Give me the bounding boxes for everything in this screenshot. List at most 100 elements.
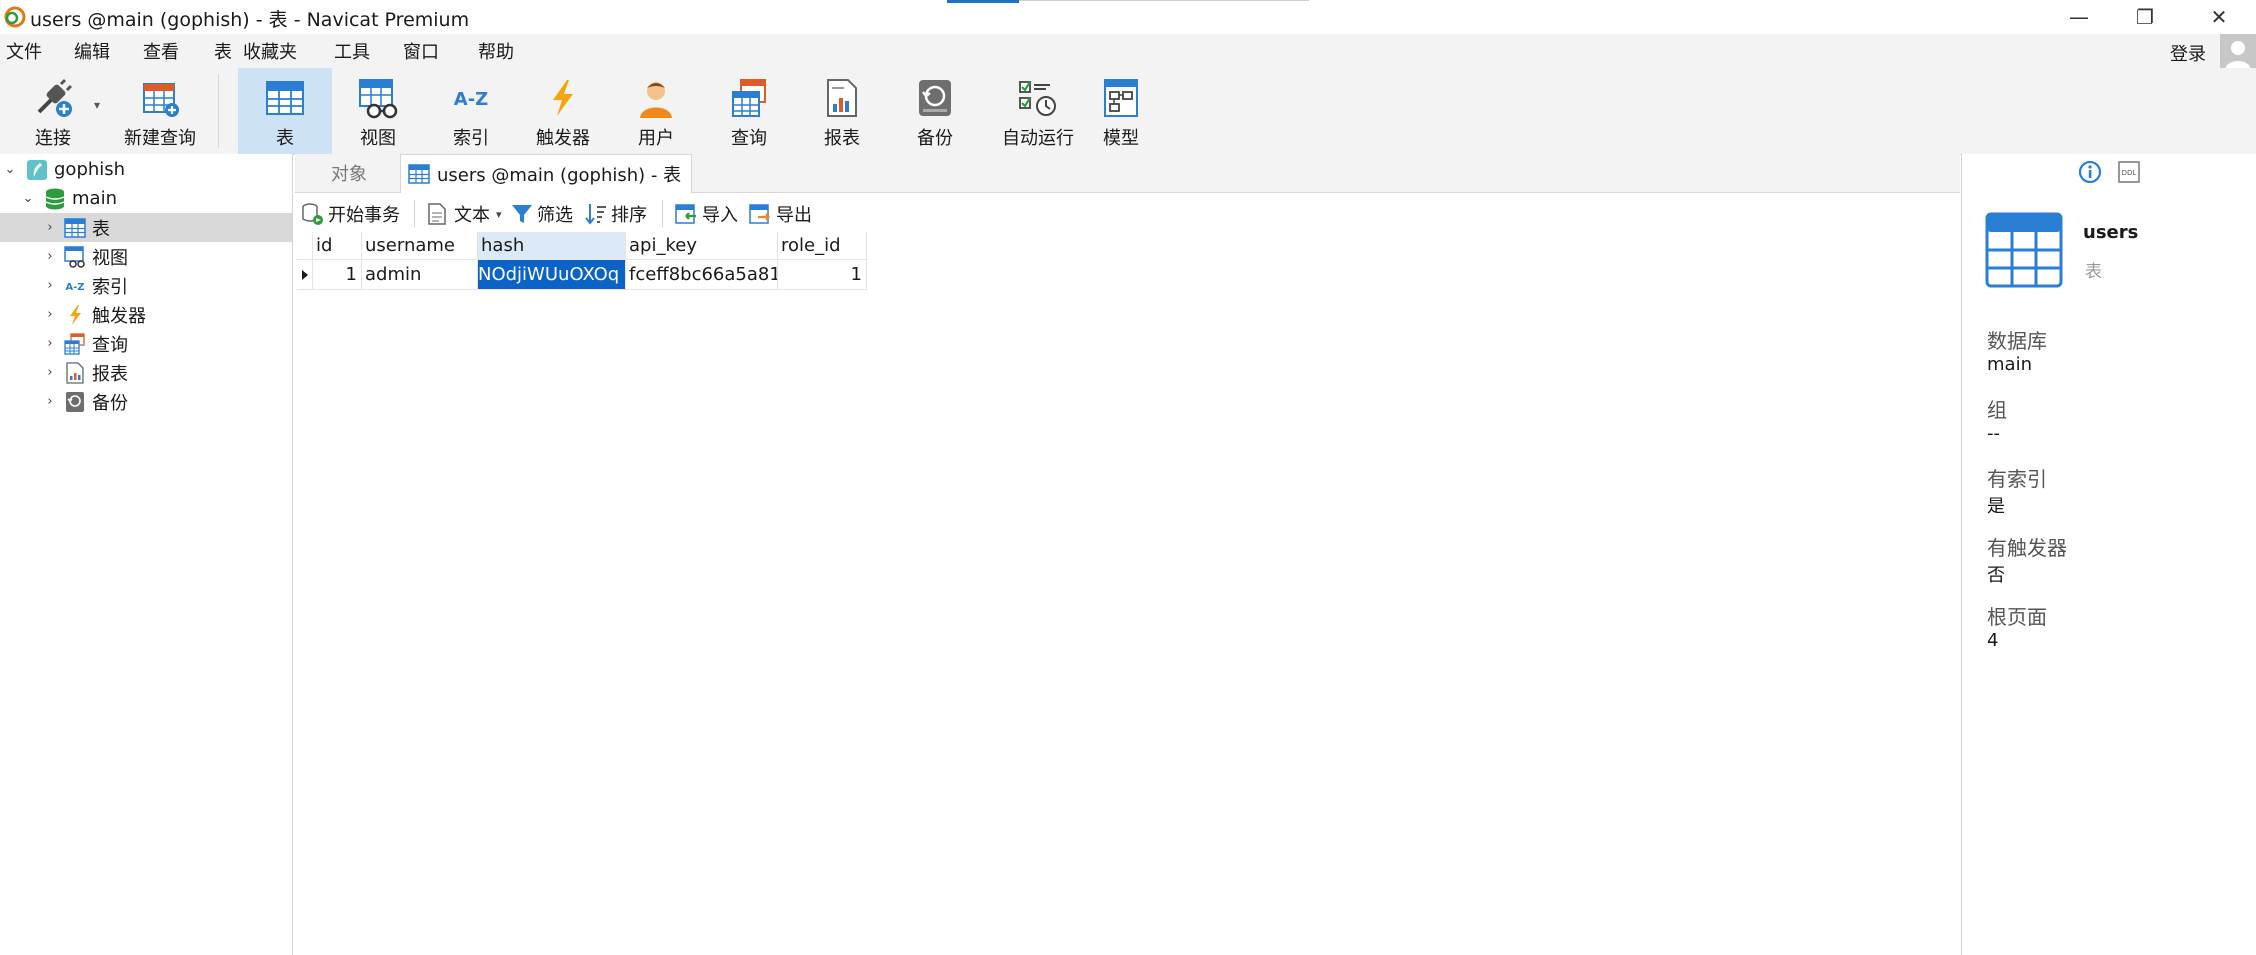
menu-edit[interactable]: 编辑 [74,38,110,64]
connect-dropdown-icon[interactable]: ▾ [94,98,100,112]
menu-tools[interactable]: 工具 [334,38,370,64]
view-icon [354,74,402,122]
tree-node-indexes[interactable]: › A-Z 索引 [0,271,292,300]
info-value-database: main [1987,354,2032,375]
column-header-hash[interactable]: hash [478,232,626,260]
backup-icon [62,390,88,414]
tree-connection-gophish[interactable]: ⌄ gophish [0,155,292,184]
svg-text:A-Z: A-Z [454,89,488,110]
table-large-icon [1985,212,2063,288]
login-link[interactable]: 登录 [2170,40,2206,66]
chevron-right-icon[interactable]: › [42,336,58,351]
tree-node-label: 报表 [92,363,128,385]
restore-button[interactable]: ❐ [2112,0,2178,34]
toolbar-view-button[interactable]: 视图 [334,68,422,154]
chevron-down-icon[interactable]: ⌄ [2,162,18,177]
tree-node-queries[interactable]: › 查询 [0,329,292,358]
chevron-down-icon[interactable]: ▾ [496,208,502,221]
chevron-right-icon[interactable]: › [42,394,58,409]
tree-node-views[interactable]: › 视图 [0,242,292,271]
column-header-api-key[interactable]: api_key [626,232,778,260]
tree-node-label: 查询 [92,334,128,356]
svg-text:DDL: DDL [2122,169,2137,177]
begin-transaction-button[interactable]: 开始事务 [300,198,400,230]
table-cell-api-key[interactable]: fceff8bc66a5a81( [626,260,778,290]
toolbar-table-button[interactable]: 表 [238,68,332,154]
backup-icon [911,74,959,122]
text-view-button[interactable]: 文本 ▾ [426,198,502,230]
import-icon [674,202,698,226]
tree-connection-label: gophish [54,159,126,180]
tree-database-label: main [72,188,117,209]
tree-database-main[interactable]: ⌄ main [0,184,292,213]
tree-node-backups[interactable]: › 备份 [0,387,292,416]
close-button[interactable]: ✕ [2186,0,2252,34]
chevron-right-icon[interactable]: › [42,220,58,235]
query-icon [62,332,88,356]
minimize-button[interactable]: — [2046,0,2112,34]
tree-node-reports[interactable]: › 报表 [0,358,292,387]
toolbar-query-label: 查询 [731,128,767,149]
row-indicator-icon[interactable] [297,260,313,290]
toolbar-view-label: 视图 [360,128,396,149]
toolbar-connect-button[interactable]: 连接 [18,68,88,154]
menu-file[interactable]: 文件 [6,38,42,64]
tab-objects[interactable]: 对象 [300,154,398,192]
menu-view[interactable]: 查看 [143,38,179,64]
ddl-icon[interactable]: DDL [2118,161,2140,183]
chevron-right-icon[interactable]: › [42,278,58,293]
toolbar-model-button[interactable]: 模型 [1077,68,1165,154]
info-label-root-page: 根页面 [1987,605,2047,629]
transaction-icon [300,202,324,226]
table-cell-hash[interactable]: NOdjiWUuOXOq [478,260,626,290]
chevron-down-icon[interactable]: ⌄ [20,191,36,206]
menu-favorites[interactable]: 收藏夹 [243,38,297,64]
chevron-right-icon[interactable]: › [42,307,58,322]
toolbar-user-button[interactable]: 用户 [612,68,700,154]
column-header-username[interactable]: username [362,232,478,260]
user-icon [632,74,680,122]
column-header-id[interactable]: id [313,232,362,260]
window-title: users @main (gophish) - 表 - Navicat Prem… [30,9,470,31]
toolbar-report-button[interactable]: 报表 [798,68,886,154]
column-header-role-id[interactable]: role_id [778,232,867,260]
info-label-has-index: 有索引 [1987,467,2047,491]
tree-node-tables[interactable]: › 表 [0,213,292,242]
toolbar-backup-button[interactable]: 备份 [891,68,979,154]
toolbar-query-button[interactable]: 查询 [705,68,793,154]
table-cell-username[interactable]: admin [362,260,478,290]
subtoolbar-separator [414,200,415,228]
info-icon[interactable] [2078,160,2102,184]
tree-node-triggers[interactable]: › 触发器 [0,300,292,329]
toolbar-new-query-label: 新建查询 [124,128,196,149]
info-object-name: users [2083,222,2139,243]
menu-table[interactable]: 表 [214,38,232,64]
toolbar-backup-label: 备份 [917,128,953,149]
sqlite-connection-icon [24,158,50,182]
table-cell-role-id[interactable]: 1 [778,260,867,290]
model-icon [1097,74,1145,122]
sort-label: 排序 [611,205,647,226]
tab-users-table[interactable]: users @main (gophish) - 表 [400,154,692,193]
trigger-icon [539,74,587,122]
toolbar-index-button[interactable]: A-Z 索引 [427,68,515,154]
toolbar-new-query-button[interactable]: 新建查询 [108,68,212,154]
filter-button[interactable]: 筛选 [510,198,573,230]
chevron-right-icon[interactable]: › [42,365,58,380]
import-button[interactable]: 导入 [674,198,738,230]
menu-window[interactable]: 窗口 [403,38,439,64]
toolbar-trigger-button[interactable]: 触发器 [519,68,607,154]
toolbar-separator [218,74,219,148]
trigger-icon [62,303,88,327]
index-icon: A-Z [447,74,495,122]
table-cell-id[interactable]: 1 [313,260,362,290]
avatar[interactable] [2220,34,2256,70]
toolbar-automation-label: 自动运行 [1002,128,1074,149]
row-header-corner [297,232,313,260]
tree-node-label: 备份 [92,392,128,414]
chevron-right-icon[interactable]: › [42,249,58,264]
toolbar-report-label: 报表 [824,128,860,149]
sort-button[interactable]: 排序 [584,198,647,230]
export-button[interactable]: 导出 [748,198,812,230]
menu-help[interactable]: 帮助 [478,38,514,64]
